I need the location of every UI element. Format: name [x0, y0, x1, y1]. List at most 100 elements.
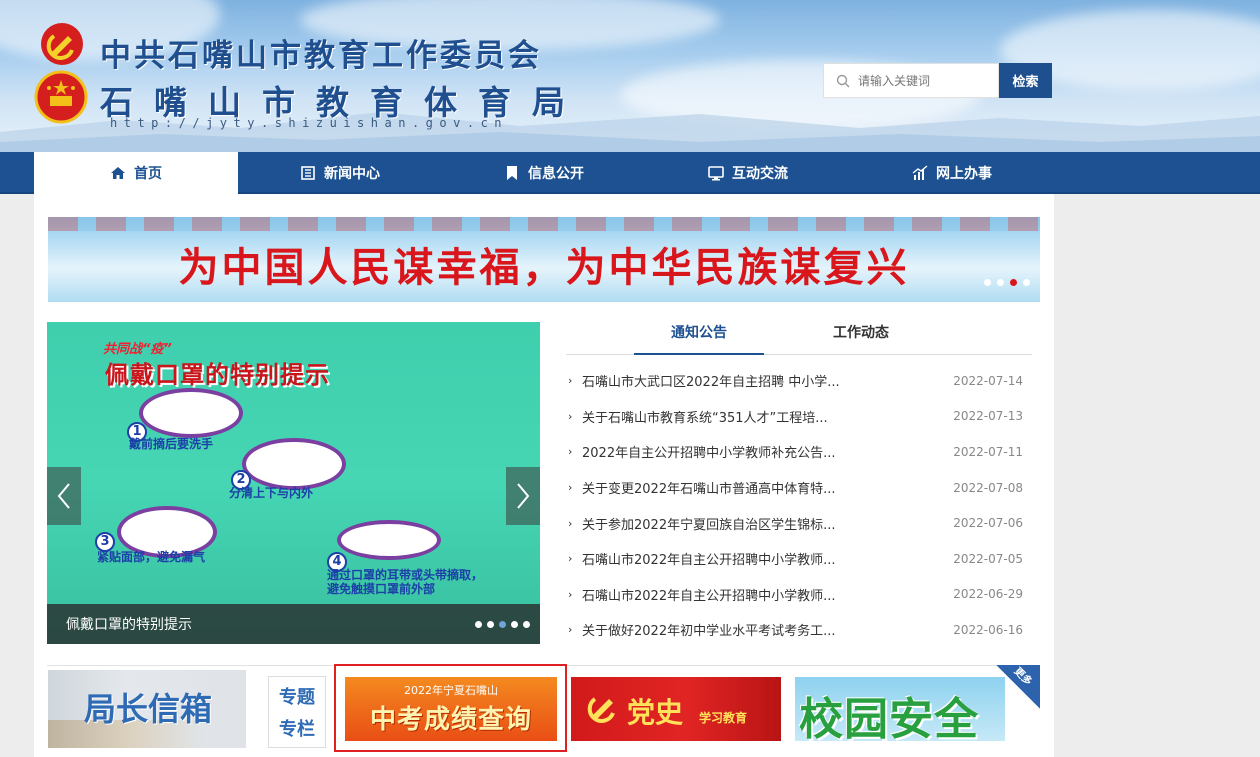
step-illustration: [337, 520, 441, 560]
nav-item-interaction[interactable]: 互动交流: [646, 152, 850, 194]
news-list-item[interactable]: › 关于做好2022年初中学业水平考试考务工... 2022-06-16: [566, 612, 1032, 648]
news-list-item[interactable]: › 关于石嘴山市教育系统“351人才”工程培... 2022-07-13: [566, 399, 1032, 435]
news-title[interactable]: 石嘴山市2022年自主公开招聘中小学教师...: [582, 585, 882, 604]
banner-decoration: [48, 217, 1040, 231]
step-label: 紧贴面部，避免漏气: [97, 550, 206, 564]
slider-dot[interactable]: [475, 621, 482, 628]
site-title-org: 中共石嘴山市教育工作委员会: [100, 38, 542, 74]
slider-pagination: [475, 621, 530, 628]
news-icon: [301, 166, 315, 180]
slider-dot-active[interactable]: [499, 621, 506, 628]
nav-item-home[interactable]: 首页: [34, 152, 238, 194]
banner-dot-active[interactable]: [1010, 279, 1017, 286]
campus-safety-title: 校园安全: [799, 694, 979, 741]
chevron-left-icon: [57, 483, 70, 509]
news-title[interactable]: 关于做好2022年初中学业水平考试考务工...: [582, 620, 882, 639]
site-url: http://jyty.shizuishan.gov.cn: [110, 116, 509, 130]
step-illustration: [242, 438, 346, 490]
news-tabs: 通知公告 工作动态: [566, 318, 1032, 355]
search-input[interactable]: [858, 73, 988, 88]
step-label: 通过口罩的耳带或头带摘取，避免触摸口罩前外部: [327, 568, 484, 596]
exam-results-link[interactable]: 2022年宁夏石嘴山 中考成绩查询: [345, 677, 557, 741]
news-list-item[interactable]: › 2022年自主公开招聘中小学教师补充公告... 2022-07-11: [566, 434, 1032, 470]
image-slider[interactable]: 共同战“疫” 佩戴口罩的特别提示 1 戴前摘后要洗手 2 分清上下与内外 3 紧…: [47, 322, 540, 644]
news-title[interactable]: 石嘴山市大武口区2022年自主招聘 中小学...: [582, 371, 882, 390]
news-list-item[interactable]: › 石嘴山市2022年自主公开招聘中小学教师... 2022-07-05: [566, 541, 1032, 577]
chevron-right-icon: ›: [568, 623, 573, 637]
site-header: 中共石嘴山市教育工作委员会 石嘴山市教育体育局 http://jyty.shiz…: [0, 0, 1260, 152]
slide-heading: 佩戴口罩的特别提示: [105, 361, 330, 389]
nav-item-label: 首页: [134, 166, 162, 182]
chevron-right-icon: [517, 483, 530, 509]
news-date: 2022-07-14: [953, 373, 1023, 388]
news-list-item[interactable]: › 关于参加2022年宁夏回族自治区学生锦标... 2022-07-06: [566, 505, 1032, 541]
special-topics-label: 专题 专栏: [268, 676, 326, 748]
step-illustration: [139, 388, 243, 438]
tab-notices[interactable]: 通知公告: [634, 318, 764, 355]
party-history-title: 党史: [627, 696, 684, 729]
chevron-right-icon: ›: [568, 587, 573, 601]
news-date: 2022-07-05: [953, 551, 1023, 566]
news-title[interactable]: 石嘴山市2022年自主公开招聘中小学教师...: [582, 549, 882, 568]
chevron-right-icon: ›: [568, 374, 573, 388]
topic-label-line2: 专栏: [279, 719, 315, 740]
slider-next-button[interactable]: [506, 467, 540, 525]
news-list-item[interactable]: › 石嘴山市大武口区2022年自主招聘 中小学... 2022-07-14: [566, 363, 1032, 399]
search-icon: [836, 74, 850, 87]
news-list-item[interactable]: › 关于变更2022年石嘴山市普通高中体育特... 2022-07-08: [566, 470, 1032, 506]
slider-dot[interactable]: [523, 621, 530, 628]
exam-results-title: 中考成绩查询: [369, 705, 532, 735]
news-title[interactable]: 2022年自主公开招聘中小学教师补充公告...: [582, 442, 882, 461]
banner-pagination: [984, 279, 1030, 286]
news-list-item[interactable]: › 石嘴山市2022年自主公开招聘中小学教师... 2022-06-29: [566, 577, 1032, 613]
news-date: 2022-07-08: [953, 480, 1023, 495]
campus-safety-link[interactable]: 校园安全: [795, 677, 1005, 741]
topic-label-line1: 专题: [279, 687, 315, 708]
chevron-right-icon: ›: [568, 516, 573, 530]
director-mailbox-link[interactable]: 局长信箱: [48, 670, 246, 748]
news-date: 2022-07-11: [953, 444, 1023, 459]
step-label: 戴前摘后要洗手: [129, 437, 214, 451]
bookmark-icon: [507, 166, 517, 180]
tab-work-updates[interactable]: 工作动态: [796, 318, 926, 355]
nav-item-news[interactable]: 新闻中心: [238, 152, 442, 194]
monitor-icon: [708, 166, 724, 181]
nav-item-label: 网上办事: [936, 166, 992, 182]
chevron-right-icon: ›: [568, 481, 573, 495]
exam-results-subtitle: 2022年宁夏石嘴山: [404, 684, 498, 697]
party-history-subtitle: 学习教育: [699, 711, 748, 725]
search-button[interactable]: 检索: [999, 63, 1052, 98]
news-title[interactable]: 关于参加2022年宁夏回族自治区学生锦标...: [582, 514, 882, 533]
home-icon: [111, 167, 125, 179]
chevron-right-icon: ›: [568, 552, 573, 566]
slider-dot[interactable]: [487, 621, 494, 628]
national-emblem-icon: [34, 70, 88, 124]
news-date: 2022-06-16: [953, 622, 1023, 637]
chevron-right-icon: ›: [568, 409, 573, 423]
party-history-link[interactable]: 党史 学习教育: [571, 677, 781, 741]
nav-item-label: 互动交流: [732, 166, 788, 182]
news-title[interactable]: 关于变更2022年石嘴山市普通高中体育特...: [582, 478, 882, 497]
nav-item-label: 信息公开: [528, 166, 584, 182]
hero-banner[interactable]: 为中国人民谋幸福，为中华民族谋复兴: [48, 217, 1040, 302]
party-emblem-icon: [41, 23, 83, 65]
news-list: › 石嘴山市大武口区2022年自主招聘 中小学... 2022-07-14 › …: [566, 363, 1032, 648]
slide-caption-text[interactable]: 佩戴口罩的特别提示: [66, 614, 192, 634]
chevron-right-icon: ›: [568, 445, 573, 459]
step-label: 分清上下与内外: [229, 486, 314, 500]
news-date: 2022-07-06: [953, 516, 1023, 531]
slide-caption[interactable]: 佩戴口罩的特别提示: [47, 604, 540, 644]
slider-prev-button[interactable]: [47, 467, 81, 525]
banner-dot[interactable]: [997, 279, 1004, 286]
nav-item-label: 新闻中心: [324, 166, 380, 182]
banner-slogan: 为中国人民谋幸福，为中华民族谋复兴: [178, 245, 910, 291]
banner-dot[interactable]: [984, 279, 991, 286]
slider-dot[interactable]: [511, 621, 518, 628]
nav-item-info-disclosure[interactable]: 信息公开: [442, 152, 646, 194]
mailbox-label: 局长信箱: [84, 690, 213, 728]
nav-item-online-service[interactable]: 网上办事: [850, 152, 1054, 194]
party-emblem-icon: [587, 697, 615, 723]
banner-dot[interactable]: [1023, 279, 1030, 286]
news-date: 2022-07-13: [953, 409, 1023, 424]
news-title[interactable]: 关于石嘴山市教育系统“351人才”工程培...: [582, 407, 882, 426]
